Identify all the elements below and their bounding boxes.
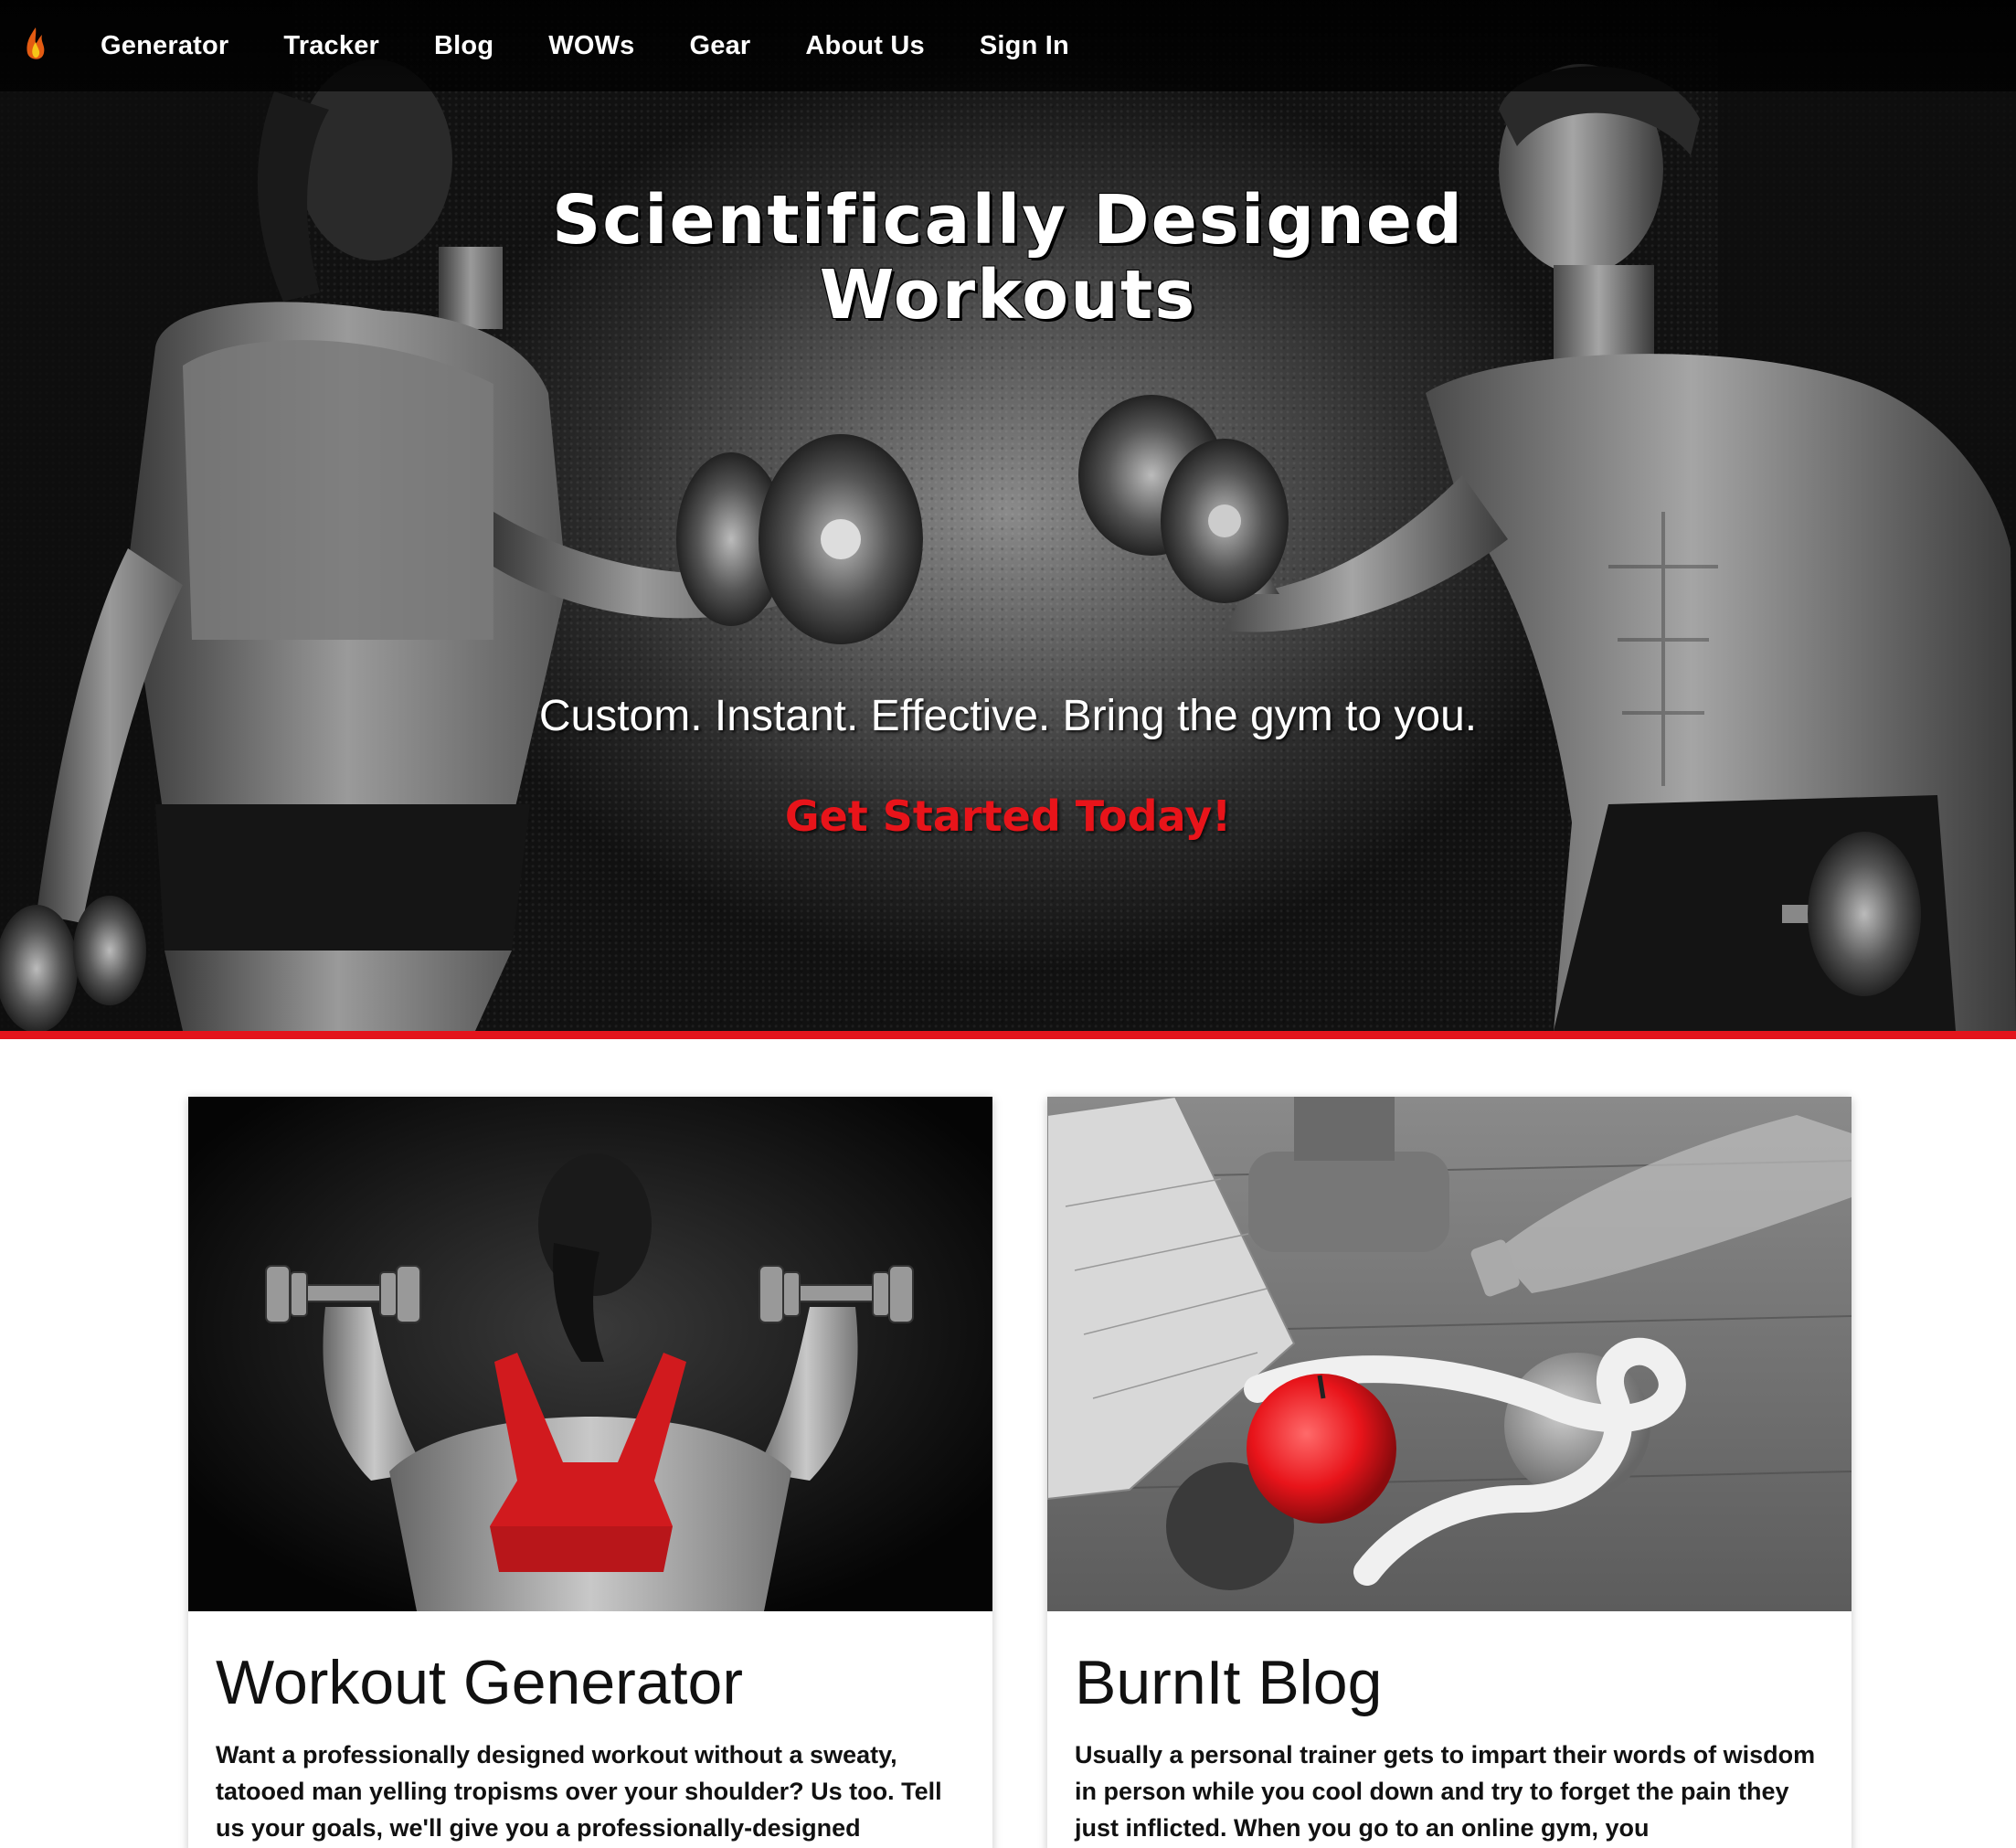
dumbbell-right <box>1078 395 1289 603</box>
get-started-button[interactable]: Get Started Today! <box>0 791 2016 841</box>
nav-link-about-us[interactable]: About Us <box>805 31 924 61</box>
nav-link-wows[interactable]: WOWs <box>548 31 634 61</box>
nav-link-tracker[interactable]: Tracker <box>283 31 379 61</box>
nav-link-blog[interactable]: Blog <box>434 31 493 61</box>
workout-generator-image <box>188 1097 992 1611</box>
card-title[interactable]: Workout Generator <box>216 1647 743 1718</box>
burnit-blog-card[interactable]: BurnIt Blog Usually a personal trainer g… <box>1047 1097 1852 1848</box>
hero-title: Scientifically Designed Workouts <box>0 183 2016 333</box>
hero-tagline: Custom. Instant. Effective. Bring the gy… <box>538 692 1478 740</box>
hero-title-line2: Workouts <box>819 256 1197 335</box>
flame-logo-icon[interactable] <box>24 26 48 64</box>
hero-title-line1: Scientifically Designed <box>551 181 1465 260</box>
dumbbell-left <box>676 434 923 644</box>
hero-image <box>0 0 2016 1031</box>
nav-link-sign-in[interactable]: Sign In <box>980 31 1069 61</box>
top-navbar: Generator Tracker Blog WOWs Gear About U… <box>0 0 2016 91</box>
nav-link-generator[interactable]: Generator <box>101 31 228 61</box>
burnit-blog-image <box>1047 1097 1852 1611</box>
card-title[interactable]: BurnIt Blog <box>1075 1647 1382 1718</box>
nav-link-gear[interactable]: Gear <box>689 31 750 61</box>
card-text: Usually a personal trainer gets to impar… <box>1075 1741 1816 1842</box>
nav-links: Generator Tracker Blog WOWs Gear About U… <box>101 0 1124 91</box>
hero-divider <box>0 1031 2016 1039</box>
card-text: Want a professionally designed workout w… <box>216 1741 942 1842</box>
hero-section: Scientifically Designed Workouts Custom.… <box>0 0 2016 1031</box>
workout-generator-card[interactable]: Workout Generator Want a professionally … <box>188 1097 992 1848</box>
